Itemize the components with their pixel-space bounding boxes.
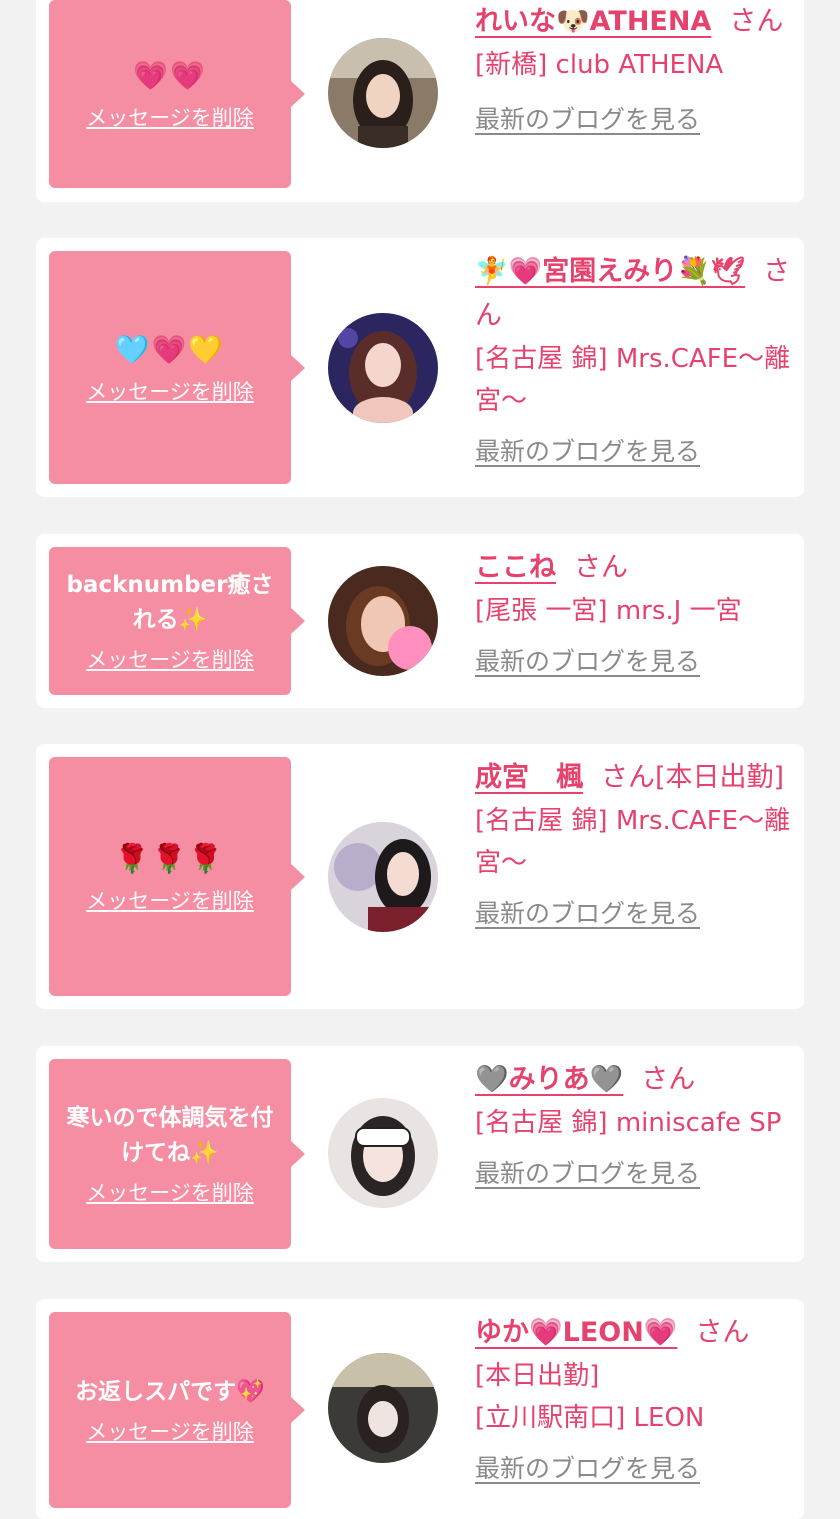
cast-name-link[interactable]: ここね [475, 552, 556, 583]
message-bubble: お返しスパです💖 メッセージを削除 [49, 1312, 305, 1508]
message-bubble: 💗💗 メッセージを削除 [49, 0, 305, 188]
shop-name: [尾張 一宮] mrs.J 一宮 [475, 596, 742, 626]
message-text: 🩵💗💛 [114, 332, 226, 366]
cast-info: ここね さん [尾張 一宮] mrs.J 一宮 最新のブログを見る [475, 546, 793, 678]
honorific: さん [695, 1317, 750, 1348]
latest-blog-link[interactable]: 最新のブログを見る [475, 432, 700, 468]
message-text: 💗💗 [133, 59, 207, 92]
delete-message-link[interactable]: メッセージを削除 [86, 1177, 254, 1207]
cast-name-link[interactable]: 🧚💗宮園えみり💐🕊 [475, 256, 745, 287]
shop-name: [名古屋 錦] Mrs.CAFE〜離宮〜 [475, 344, 791, 416]
delete-message-link[interactable]: メッセージを削除 [86, 102, 254, 132]
latest-blog-link[interactable]: 最新のブログを見る [475, 894, 700, 930]
message-text: 寒いので体調気を付けてね✨ [66, 1105, 274, 1166]
cast-info: 成宮 楓さん[本日出勤] [名古屋 錦] Mrs.CAFE〜離宮〜 最新のブログ… [475, 756, 793, 930]
message-card: backnumber癒される✨ メッセージを削除 ここね さん [尾張 一宮] m… [36, 534, 804, 708]
avatar[interactable] [328, 1353, 438, 1463]
honorific: さん [574, 552, 628, 583]
cast-name-link[interactable]: 🩶みりあ🩶 [475, 1064, 623, 1095]
cast-name-link[interactable]: れいな🐶ATHENA [475, 6, 711, 37]
avatar[interactable] [328, 313, 438, 423]
shop-name: [名古屋 錦] miniscafe SP [475, 1108, 782, 1138]
avatar[interactable] [328, 822, 438, 932]
latest-blog-link[interactable]: 最新のブログを見る [475, 642, 700, 678]
message-text: 🌹🌹🌹 [114, 841, 226, 875]
message-bubble: 寒いので体調気を付けてね✨ メッセージを削除 [49, 1059, 305, 1249]
cast-name-link[interactable]: 成宮 楓 [475, 762, 583, 793]
delete-message-link[interactable]: メッセージを削除 [86, 1416, 254, 1446]
work-status: [本日出勤] [475, 1361, 600, 1391]
avatar[interactable] [328, 566, 438, 676]
cast-name-link[interactable]: ゆか💗LEON💗 [475, 1317, 677, 1348]
delete-message-link[interactable]: メッセージを削除 [86, 885, 254, 915]
latest-blog-link[interactable]: 最新のブログを見る [475, 100, 700, 136]
message-card: 寒いので体調気を付けてね✨ メッセージを削除 🩶みりあ🩶 さん [名古屋 錦] m… [36, 1046, 804, 1262]
message-card: 💗💗 メッセージを削除 れいな🐶ATHENA さん [新橋] club ATHEN… [36, 0, 804, 202]
cast-info: 🩶みりあ🩶 さん [名古屋 錦] miniscafe SP 最新のブログを見る [475, 1058, 793, 1190]
message-bubble: backnumber癒される✨ メッセージを削除 [49, 547, 305, 695]
cast-info: ゆか💗LEON💗 さん [本日出勤] [立川駅南口] LEON 最新のブログを見る [475, 1311, 793, 1485]
message-card: 🌹🌹🌹 メッセージを削除 成宮 楓さん[本日出勤] [名古屋 錦] Mrs.CA… [36, 744, 804, 1009]
cast-info: れいな🐶ATHENA さん [新橋] club ATHENA 最新のブログを見る [475, 0, 793, 136]
delete-message-link[interactable]: メッセージを削除 [86, 644, 254, 674]
cast-info: 🧚💗宮園えみり💐🕊 さん [名古屋 錦] Mrs.CAFE〜離宮〜 最新のブログを… [475, 250, 793, 468]
shop-name: [立川駅南口] LEON [475, 1403, 705, 1433]
delete-message-link[interactable]: メッセージを削除 [86, 376, 254, 406]
message-text: backnumber癒される✨ [66, 572, 274, 633]
shop-name: [新橋] club ATHENA [475, 50, 724, 80]
honorific: さん[本日出勤] [601, 762, 785, 793]
message-text: お返しスパです💖 [75, 1378, 265, 1405]
honorific: さん [641, 1064, 696, 1095]
message-card: 🩵💗💛 メッセージを削除 🧚💗宮園えみり💐🕊 さん [名古屋 錦] Mrs.CAF… [36, 238, 804, 497]
message-card: お返しスパです💖 メッセージを削除 ゆか💗LEON💗 さん [本日出勤] [立川駅… [36, 1299, 804, 1519]
latest-blog-link[interactable]: 最新のブログを見る [475, 1154, 700, 1190]
honorific: さん [729, 6, 784, 37]
message-bubble: 🩵💗💛 メッセージを削除 [49, 251, 305, 484]
shop-name: [名古屋 錦] Mrs.CAFE〜離宮〜 [475, 806, 791, 878]
latest-blog-link[interactable]: 最新のブログを見る [475, 1449, 700, 1485]
avatar[interactable] [328, 1098, 438, 1208]
avatar[interactable] [328, 38, 438, 148]
message-bubble: 🌹🌹🌹 メッセージを削除 [49, 757, 305, 996]
